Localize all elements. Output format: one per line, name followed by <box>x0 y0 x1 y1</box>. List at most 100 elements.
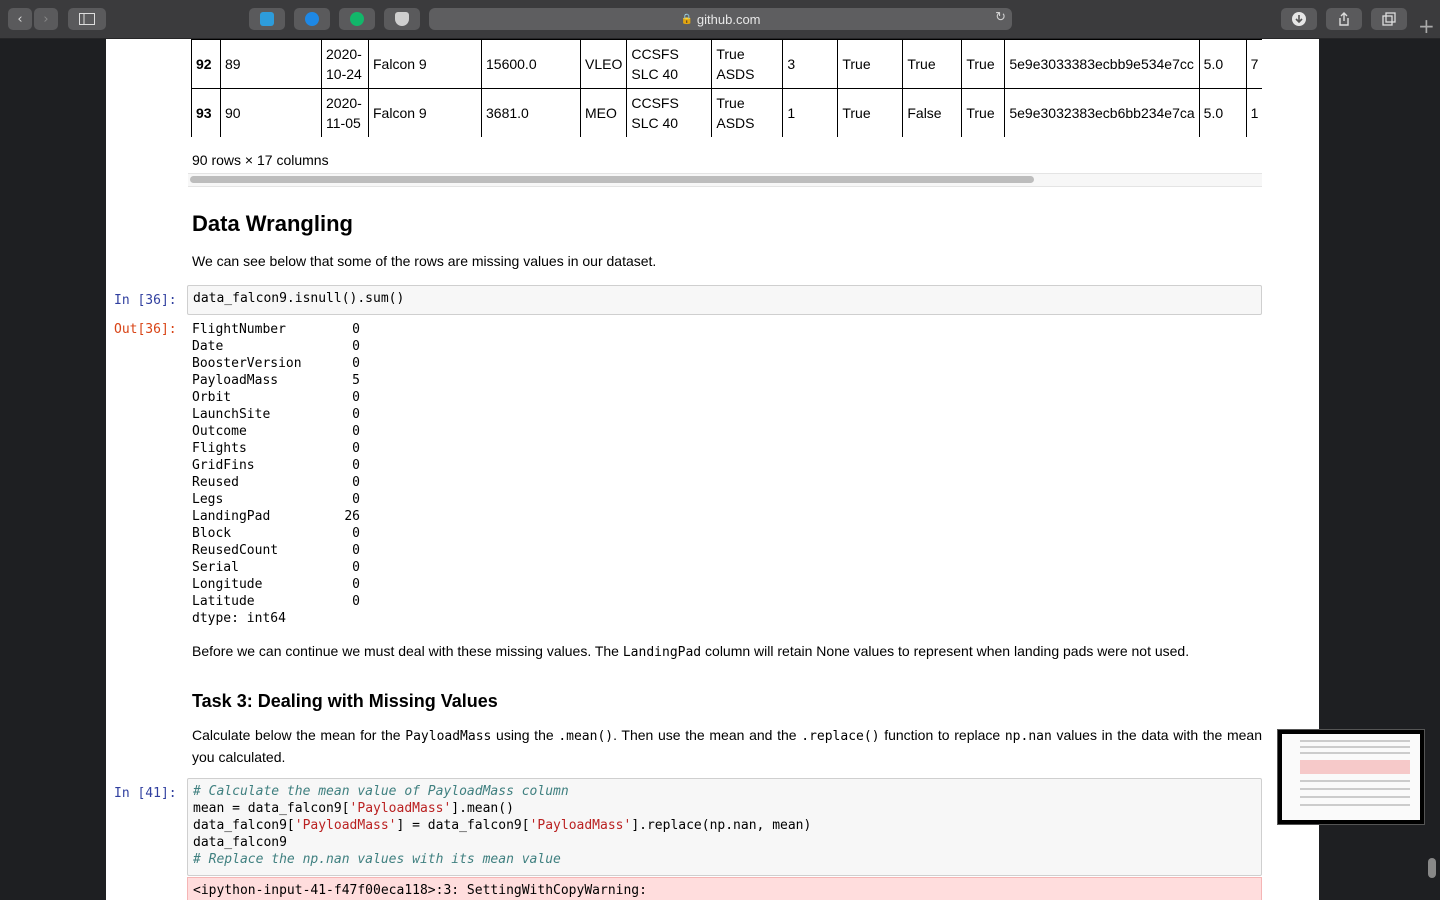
null-count: 0 <box>352 356 360 371</box>
code-text: data_falcon9 <box>193 835 287 850</box>
table-cell-legs: True <box>961 39 1006 89</box>
table-cell-pad: 5e9e3033383ecbb9e534e7cc <box>1004 39 1200 89</box>
table-cell-block: 5.0 <box>1198 88 1247 137</box>
table-cell-index: 92 <box>191 39 221 89</box>
table-cell-pad: 5e9e3032383ecb6bb234e7ca <box>1004 88 1200 137</box>
null-count: 0 <box>352 492 360 507</box>
table-cell-reusedcount: 7 <box>1245 39 1262 89</box>
column-name: Reused <box>192 475 239 490</box>
output-row: Block 0 <box>192 525 360 542</box>
output-row: Latitude 0 <box>192 593 360 610</box>
output-row: Longitude 0 <box>192 576 360 593</box>
extension-icon <box>260 12 274 26</box>
column-name: Latitude <box>192 594 255 609</box>
null-count: 0 <box>352 543 360 558</box>
table-cell-flights: 1 <box>782 88 839 137</box>
table-cell-flight: 90 <box>220 88 322 137</box>
address-bar[interactable]: 🔒 github.com ↻ <box>429 8 1012 30</box>
sidebar-icon <box>79 13 95 25</box>
thumbnail-content <box>1282 734 1420 820</box>
share-button[interactable] <box>1326 8 1362 30</box>
code-comment: # Replace the np.nan values with its mea… <box>193 852 561 867</box>
table-cell-reused: True <box>902 39 963 89</box>
null-count: 0 <box>352 594 360 609</box>
horizontal-scrollbar[interactable] <box>188 173 1262 187</box>
lock-icon: 🔒 <box>680 13 693 25</box>
column-name: Orbit <box>192 390 232 405</box>
task-text: Calculate below the mean for the <box>192 727 406 743</box>
code-comment: # Calculate the mean value of PayloadMas… <box>193 784 569 799</box>
task-code: .mean() <box>558 729 614 744</box>
dataframe-shape: 90 rows × 17 columns <box>192 152 329 168</box>
note-code: LandingPad <box>622 645 702 660</box>
input-prompt: In [41]: <box>114 786 177 801</box>
task-title: Task 3: Dealing with Missing Values <box>192 691 498 711</box>
extension-icon <box>350 12 364 26</box>
chevron-left-icon: ‹ <box>17 11 23 27</box>
browser-toolbar: ‹ › 🔒 github.com ↻ + <box>0 0 1440 39</box>
tabs-icon <box>1382 12 1396 26</box>
output-row: Orbit 0 <box>192 389 360 406</box>
table-row: 93 90 2020-11-05 Falcon 9 3681.0 MEO CCSFS SLC… <box>191 88 1262 137</box>
output-row: Serial 0 <box>192 559 360 576</box>
downloads-button[interactable] <box>1281 8 1317 30</box>
extension-button-1[interactable] <box>249 8 285 30</box>
column-name: Longitude <box>192 577 263 592</box>
output-row: Legs 0 <box>192 491 360 508</box>
task-code: PayloadMass <box>405 729 492 744</box>
input-prompt: In [36]: <box>114 293 177 308</box>
output-row: Date 0 <box>192 338 360 355</box>
forward-button[interactable]: › <box>34 8 58 30</box>
table-cell-block: 5.0 <box>1198 39 1247 89</box>
null-count: 0 <box>352 441 360 456</box>
vertical-scrollbar-thumb[interactable] <box>1428 858 1436 878</box>
column-name: BoosterVersion <box>192 356 302 371</box>
code-cell-41[interactable]: # Calculate the mean value of PayloadMas… <box>187 778 1262 876</box>
output-row: PayloadMass 5 <box>192 372 360 389</box>
extension-button-2[interactable] <box>294 8 330 30</box>
table-cell-reused: False <box>902 88 963 137</box>
scrollbar-thumb[interactable] <box>190 176 1034 183</box>
warning-output: <ipython-input-41-f47f00eca118>:3: Setti… <box>187 877 1262 900</box>
null-count: 26 <box>344 509 360 524</box>
code-cell-36[interactable]: data_falcon9.isnull().sum() <box>187 285 1262 315</box>
code-line: data_falcon9.isnull().sum() <box>193 291 405 306</box>
new-tab-icon[interactable]: + <box>1418 14 1435 38</box>
table-cell-index: 93 <box>191 88 221 137</box>
null-count: 5 <box>352 373 360 388</box>
column-name: ReusedCount <box>192 543 279 558</box>
section-title: Data Wrangling <box>192 211 353 236</box>
thumbnail-warning <box>1300 760 1410 774</box>
tabs-overview-button[interactable] <box>1371 8 1407 30</box>
code-text: ].replace(np.nan, mean) <box>631 818 812 833</box>
thumbnail-line <box>1300 788 1410 790</box>
table-cell-gridfins: True <box>837 88 904 137</box>
table-row: 92 89 2020-10-24 Falcon 9 15600.0 VLEO CCSFS S… <box>191 39 1262 89</box>
table-cell-site: CCSFS SLC 40 <box>626 88 713 137</box>
extension-button-3[interactable] <box>339 8 375 30</box>
extension-button-4[interactable] <box>384 8 420 30</box>
note-text: Before we can continue we must deal with… <box>192 643 623 659</box>
null-count: 0 <box>352 339 360 354</box>
output-row: Flights 0 <box>192 440 360 457</box>
output-prompt: Out[36]: <box>114 322 177 337</box>
table-cell-outcome: True ASDS <box>711 39 784 89</box>
column-name: PayloadMass <box>192 373 279 388</box>
back-button[interactable]: ‹ <box>8 8 32 30</box>
code-text: ].mean() <box>451 801 514 816</box>
task-code: .replace() <box>801 729 880 744</box>
thumbnail-line <box>1300 804 1410 806</box>
output-row: LaunchSite 0 <box>192 406 360 423</box>
column-name: GridFins <box>192 458 255 473</box>
task-text: . Then use the mean and the <box>613 727 802 743</box>
null-count: 0 <box>352 390 360 405</box>
code-text: mean = data_falcon9[ <box>193 801 350 816</box>
download-icon <box>1292 12 1306 26</box>
code-string: 'PayloadMass' <box>294 818 397 833</box>
sidebar-toggle-button[interactable] <box>68 8 106 30</box>
table-cell-payload: 15600.0 <box>481 39 581 89</box>
page-preview-thumbnail[interactable] <box>1277 729 1425 825</box>
thumbnail-line <box>1300 780 1410 782</box>
reload-icon[interactable]: ↻ <box>995 10 1006 25</box>
column-name: LaunchSite <box>192 407 271 422</box>
